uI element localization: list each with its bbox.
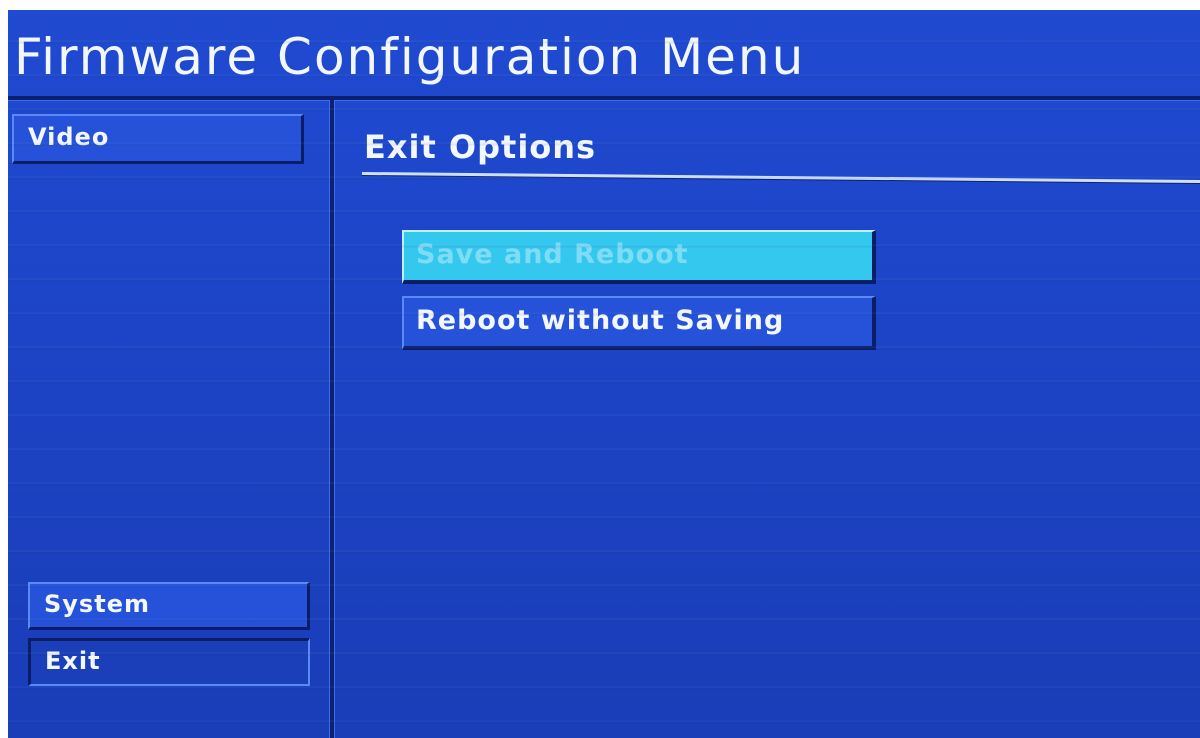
sidebar-item-label: Exit [45,647,101,675]
option-label: Save and Reboot [416,239,689,270]
sidebar-item-exit[interactable]: Exit [28,638,310,686]
option-label: Reboot without Saving [416,305,785,336]
main-panel: Exit Options Save and Reboot Reboot with… [334,100,1200,738]
sidebar-item-label: Video [28,123,110,151]
section-divider [361,172,1200,184]
title-bar: Firmware Configuration Menu [8,10,1200,102]
firmware-screen: Firmware Configuration Menu Video System… [8,10,1200,738]
section-title: Exit Options [364,128,597,166]
save-and-reboot-button[interactable]: Save and Reboot [402,230,876,284]
page-title: Firmware Configuration Menu [14,28,806,86]
sidebar-item-system[interactable]: System [28,582,310,630]
reboot-without-saving-button[interactable]: Reboot without Saving [402,296,876,350]
sidebar-item-label: System [44,590,150,618]
sidebar: Video System Exit [8,100,330,738]
sidebar-item-video[interactable]: Video [12,114,304,164]
